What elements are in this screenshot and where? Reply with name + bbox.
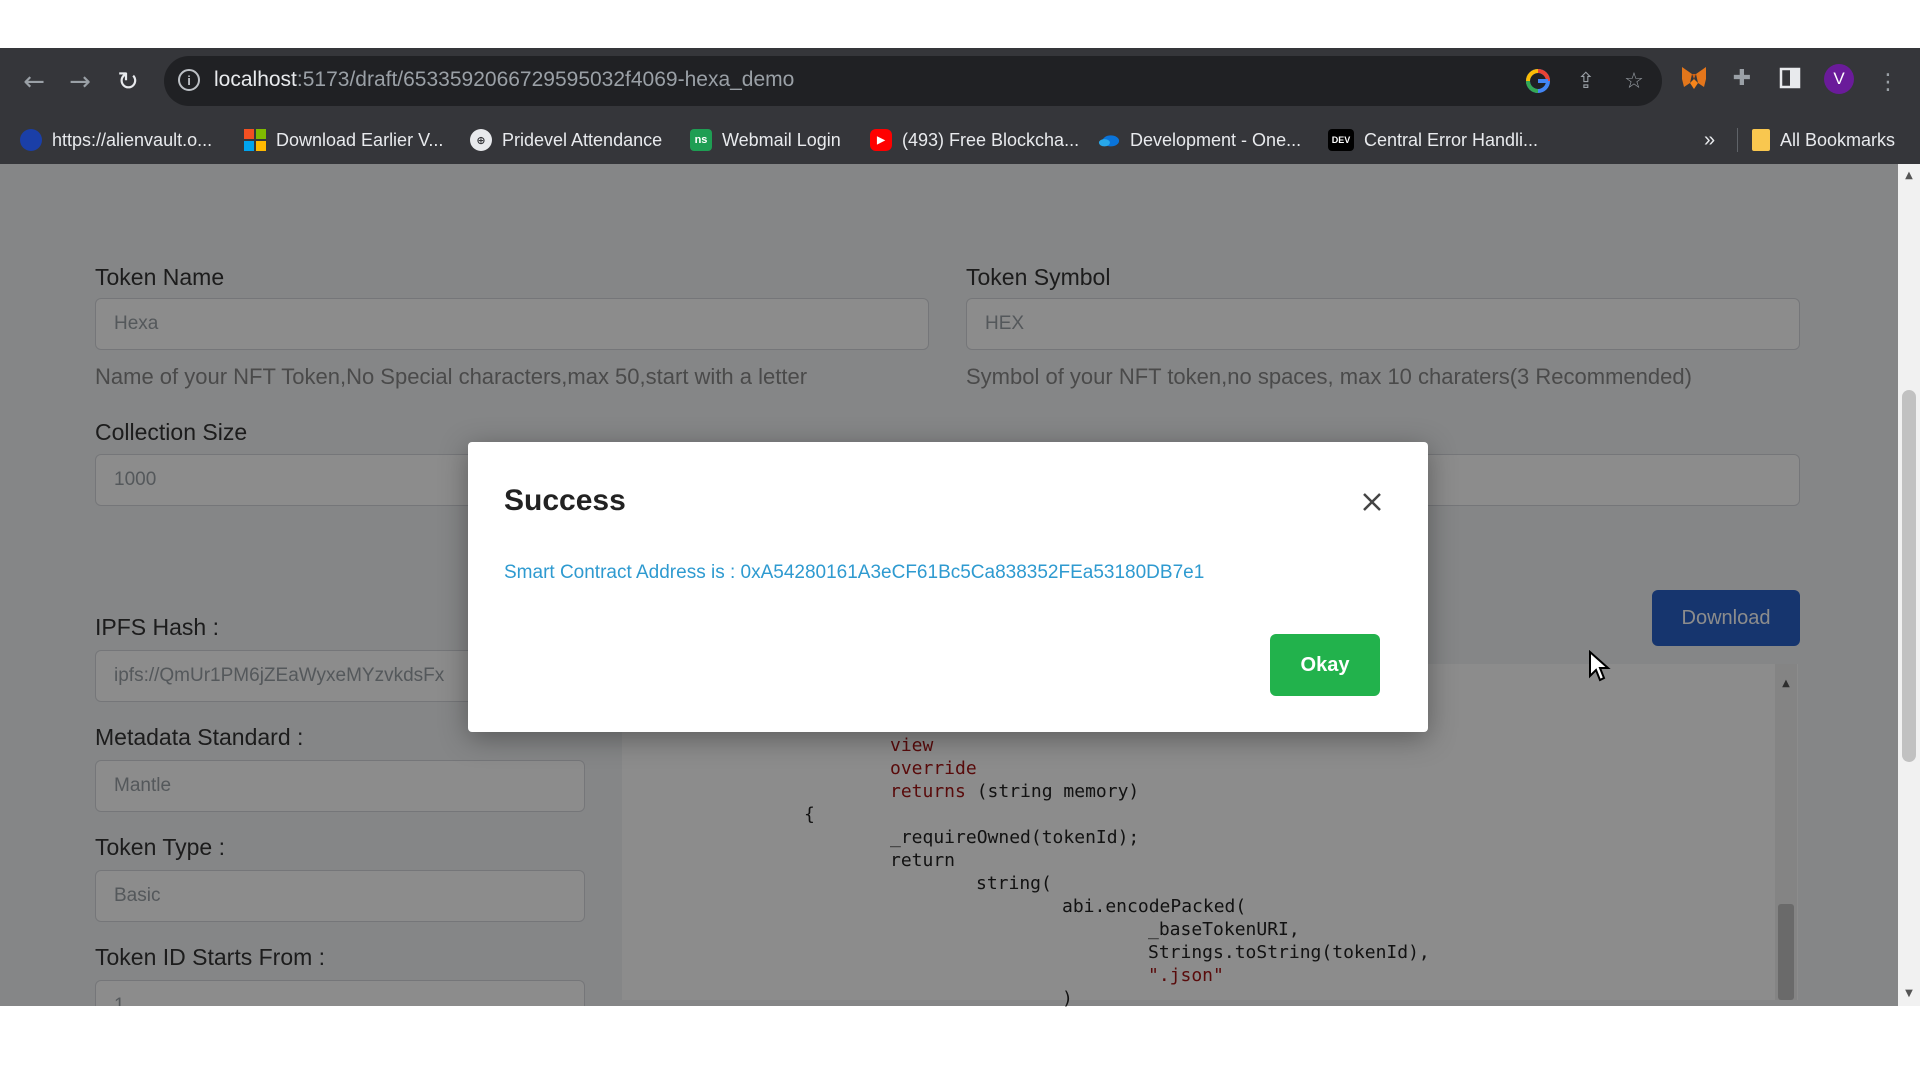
bookmark-item[interactable]: Download Earlier V... bbox=[244, 126, 443, 154]
success-modal: Success Smart Contract Address is : 0xA5… bbox=[468, 442, 1428, 732]
bookmark-item[interactable]: Development - One... bbox=[1098, 126, 1301, 154]
bookmarks-overflow-chevron[interactable]: » bbox=[1704, 126, 1715, 154]
close-icon[interactable] bbox=[1354, 484, 1390, 520]
profile-avatar[interactable]: V bbox=[1824, 64, 1854, 94]
bookmark-item[interactable]: ns Webmail Login bbox=[690, 126, 841, 154]
globe-icon bbox=[20, 129, 42, 151]
modal-title: Success bbox=[504, 484, 626, 517]
site-info-icon[interactable]: i bbox=[178, 69, 200, 91]
all-bookmarks-button[interactable]: All Bookmarks bbox=[1752, 126, 1895, 154]
bookmark-star-icon[interactable]: ☆ bbox=[1620, 67, 1648, 95]
ns-icon: ns bbox=[690, 129, 712, 151]
dev-icon: DEV bbox=[1328, 129, 1354, 151]
scroll-down-icon[interactable]: ▼ bbox=[1903, 988, 1915, 1000]
url-text[interactable]: localhost:5173/draft/653359206672959​503… bbox=[214, 68, 794, 92]
address-bar[interactable]: i localhost:5173/draft/653359206672959​5… bbox=[164, 56, 1662, 106]
google-lens-icon[interactable] bbox=[1524, 67, 1552, 95]
forward-arrow-icon[interactable]: → bbox=[60, 62, 100, 102]
bookmark-item[interactable]: https://alienvault.o... bbox=[20, 126, 212, 154]
bookmark-item[interactable]: DEV Central Error Handli... bbox=[1328, 126, 1538, 154]
mouse-cursor-icon bbox=[1588, 649, 1612, 684]
side-panel-icon[interactable] bbox=[1774, 62, 1806, 94]
folder-icon bbox=[1752, 129, 1770, 151]
youtube-icon: ▶ bbox=[870, 129, 892, 151]
okay-button[interactable]: Okay bbox=[1270, 634, 1380, 696]
globe-icon: ⊕ bbox=[470, 129, 492, 151]
windows-logo-icon bbox=[244, 129, 266, 151]
share-icon[interactable]: ⇪ bbox=[1572, 67, 1600, 95]
onedrive-icon bbox=[1098, 129, 1120, 151]
scroll-thumb[interactable] bbox=[1902, 390, 1916, 762]
bookmarks-bar: https://alienvault.o... Download Earlier… bbox=[0, 116, 1920, 164]
browser-toolbar: ← → ↻ i localhost:5173/draft/65335920667… bbox=[0, 48, 1920, 116]
page-scrollbar[interactable]: ▲ ▼ bbox=[1898, 164, 1920, 1006]
extensions-puzzle-icon[interactable]: ✚ bbox=[1726, 62, 1758, 94]
metamask-fox-icon[interactable] bbox=[1678, 62, 1710, 94]
bookmarks-divider bbox=[1737, 128, 1738, 152]
contract-address-message: Smart Contract Address is : 0xA54280161A… bbox=[504, 562, 1205, 583]
back-arrow-icon[interactable]: ← bbox=[14, 62, 54, 102]
bookmark-item[interactable]: ▶ (493) Free Blockcha... bbox=[870, 126, 1079, 154]
bookmark-item[interactable]: ⊕ Pridevel Attendance bbox=[470, 126, 662, 154]
reload-icon[interactable]: ↻ bbox=[108, 62, 148, 102]
scroll-up-icon[interactable]: ▲ bbox=[1903, 170, 1915, 182]
more-menu-icon[interactable]: ⋮ bbox=[1868, 62, 1908, 102]
